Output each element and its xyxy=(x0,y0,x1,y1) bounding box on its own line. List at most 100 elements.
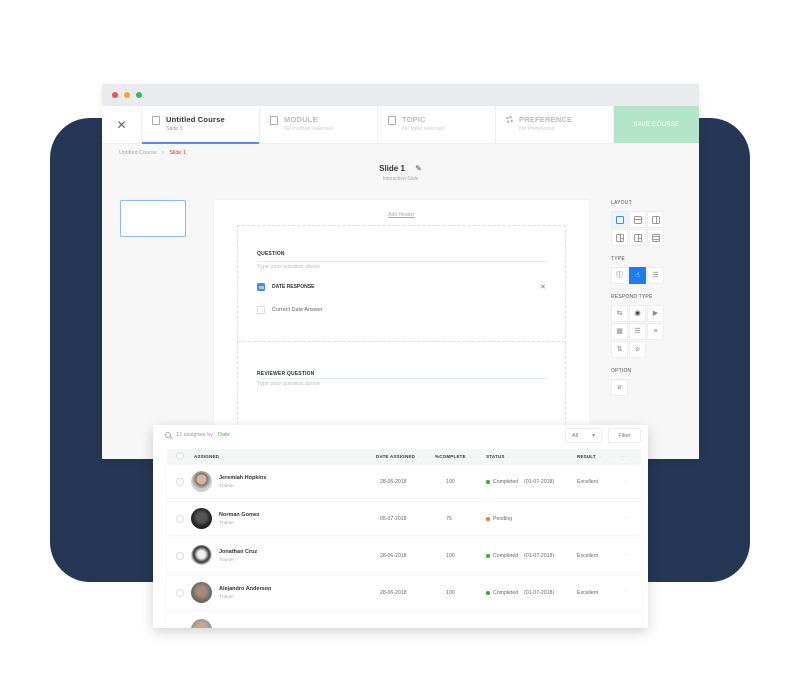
list-icon: ☰ xyxy=(634,328,641,335)
save-course-button[interactable]: SAVE COURSE xyxy=(614,106,699,143)
more-options-icon[interactable]: ··· xyxy=(623,589,629,595)
step-topic[interactable]: TOPIC No topic selected xyxy=(378,106,496,143)
percent-complete: 100 xyxy=(446,553,455,559)
step-subtitle: No Preference xyxy=(519,126,555,132)
remove-response-icon[interactable]: ✕ xyxy=(540,283,546,291)
table-row[interactable]: Alejandro Anderson Trainer 28-06-2018 100 Co… xyxy=(167,576,641,609)
more-options-icon[interactable]: ··· xyxy=(623,552,629,558)
step-module[interactable]: MODULE No module selected xyxy=(260,106,378,143)
header-status[interactable]: STATUS ↕ xyxy=(486,454,510,459)
minimize-window-dot[interactable] xyxy=(124,92,130,98)
table-row[interactable]: Jonathan Cruz Trainer 28-06-2018 100 Complet… xyxy=(167,539,641,572)
question-input[interactable]: Type your question above xyxy=(257,264,320,270)
assignee-name[interactable]: Jonathan Cruz xyxy=(219,549,257,555)
assignee-name[interactable]: Alejandro Anderson xyxy=(219,586,271,592)
row-select-radio[interactable] xyxy=(176,515,184,523)
select-all-radio[interactable] xyxy=(176,452,184,460)
breadcrumb: Untitled Course > Slide 1 xyxy=(119,150,186,156)
respond-type-grid: ⇆ ◉ ▶ ▦ ☰ ≡ ⇅ ⌀ xyxy=(611,305,671,358)
respond-option-video[interactable]: ▶ xyxy=(647,305,664,322)
status-date: (01-07-2018) xyxy=(524,479,555,485)
respond-option-list[interactable]: ☰ xyxy=(629,323,646,340)
close-editor-button[interactable]: ✕ xyxy=(102,106,142,143)
row-select-radio[interactable] xyxy=(176,589,184,597)
calendar-icon: ▦ xyxy=(616,328,623,335)
slide-thumbnail[interactable] xyxy=(120,200,186,237)
paperclip-icon: ⌀ xyxy=(635,346,640,353)
status-text: Pending xyxy=(493,516,513,522)
row-select-radio[interactable] xyxy=(176,478,184,486)
type-option-interaction[interactable]: ☝ xyxy=(629,267,646,284)
layout-option-header[interactable] xyxy=(629,211,646,228)
respond-option-toggle[interactable]: ◉ xyxy=(629,305,646,322)
assignee-count: 12 assignee by xyxy=(176,432,213,438)
step-title: TOPIC xyxy=(402,115,426,124)
type-option-info[interactable]: ⓘ xyxy=(611,267,628,284)
sort-icon: ↕ xyxy=(507,454,510,459)
header-complete[interactable]: %COMPLETE ↕ xyxy=(435,454,471,459)
paperclip-icon: ⌀ xyxy=(617,384,622,391)
type-option-list[interactable]: ☰ xyxy=(647,267,664,284)
more-options-icon[interactable]: ··· xyxy=(623,515,629,521)
layout-option-rows[interactable] xyxy=(647,229,664,246)
header-date-assigned[interactable]: DATE ASSIGNED ↕ xyxy=(376,454,421,459)
filter-button[interactable]: Filter xyxy=(608,428,641,443)
breadcrumb-root[interactable]: Untitled Course xyxy=(119,150,157,156)
add-header-link[interactable]: Add Header xyxy=(214,212,589,218)
step-course[interactable]: Untitled Course Slide 1 xyxy=(142,106,260,144)
sort-icon: ↕ xyxy=(222,454,225,459)
status-text: Completed xyxy=(493,590,519,596)
reviewer-question-label: REVIEWER QUESTION xyxy=(257,371,315,377)
reviewer-question-input[interactable]: Type your question above xyxy=(257,381,320,387)
search-icon[interactable] xyxy=(165,432,171,438)
properties-panel: LAYOUT TYPE ⓘ ☝ ☰ RESPOND TYPE ⇆ ◉ ▶ ▦ ☰… xyxy=(611,200,671,406)
respond-option-attach[interactable]: ⌀ xyxy=(629,341,646,358)
sort-icon: ↕ xyxy=(468,454,472,459)
assignee-name[interactable]: Norman Gomez xyxy=(219,512,260,518)
layout-option-columns[interactable] xyxy=(647,211,664,228)
type-label: TYPE xyxy=(611,256,625,262)
respond-option-date[interactable]: ▦ xyxy=(611,323,628,340)
percent-complete: 100 xyxy=(446,479,455,485)
correct-answer-label: Correct Date Answer xyxy=(272,307,323,313)
table-row[interactable]: Norman Gomez Trainer 05-07-2018 75 Pending ··… xyxy=(167,502,641,535)
close-window-dot[interactable] xyxy=(112,92,118,98)
toggle-icon: ◉ xyxy=(634,310,641,317)
result: Excellent xyxy=(577,479,599,485)
layout-option-split-left[interactable] xyxy=(611,229,628,246)
respond-option-sort[interactable]: ⇅ xyxy=(611,341,628,358)
maximize-window-dot[interactable] xyxy=(136,92,142,98)
question-underline xyxy=(257,261,547,262)
avatar xyxy=(191,582,212,603)
sort-by-link[interactable]: Date xyxy=(218,432,230,438)
layout-split-left-icon xyxy=(615,233,624,242)
sort-icon: ⇅ xyxy=(616,346,623,353)
respond-option-table[interactable]: ≡ xyxy=(647,323,664,340)
filter-select[interactable]: All ▾ xyxy=(565,428,602,443)
pencil-icon[interactable]: ✎ xyxy=(415,164,422,173)
assignee-name[interactable]: Jeremiah Hopkins xyxy=(219,475,266,481)
respond-type-label: RESPOND TYPE xyxy=(611,294,653,300)
book-icon xyxy=(388,116,396,125)
window-titlebar xyxy=(102,84,699,106)
layout-option-single[interactable] xyxy=(611,211,628,228)
row-select-radio[interactable] xyxy=(176,552,184,560)
step-subtitle: No topic selected xyxy=(402,126,445,132)
list-icon: ☰ xyxy=(652,272,659,279)
header-result[interactable]: RESULT ↕ xyxy=(577,454,601,459)
layout-option-split-right[interactable] xyxy=(629,229,646,246)
sort-icon: ↕ xyxy=(418,454,421,459)
play-icon: ▶ xyxy=(652,310,659,317)
status-badge: Completed (01-07-2018) xyxy=(486,553,554,559)
respond-option-swap[interactable]: ⇆ xyxy=(611,305,628,322)
assignee-role: Trainer xyxy=(219,484,235,489)
header-assigned[interactable]: ASSIGNED ↕ xyxy=(194,454,225,459)
step-preference[interactable]: PREFERENCE No Preference xyxy=(496,106,614,143)
table-summary: 12 assignee by Date xyxy=(165,432,230,438)
assignee-role: Trainer xyxy=(219,595,235,600)
option-attach[interactable]: ⌀ xyxy=(611,379,628,396)
chevron-down-icon: ▾ xyxy=(592,432,595,439)
table-row[interactable]: Jeremiah Hopkins Trainer 28-06-2018 100 Comp… xyxy=(167,465,641,498)
correct-answer-checkbox[interactable] xyxy=(257,306,265,314)
more-options-icon[interactable]: ··· xyxy=(623,478,629,484)
